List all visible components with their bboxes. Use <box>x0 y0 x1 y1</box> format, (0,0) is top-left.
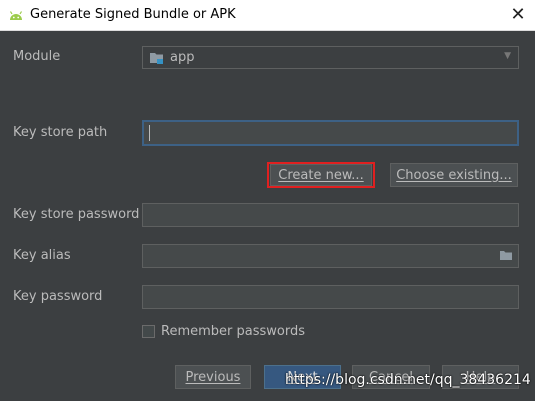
key-store-password-field[interactable] <box>142 203 519 227</box>
key-password-label: Key password <box>13 289 103 304</box>
module-label: Module <box>13 49 61 64</box>
android-icon <box>9 11 23 20</box>
remember-passwords-checkbox[interactable] <box>142 325 155 338</box>
previous-button[interactable]: Previous <box>175 365 251 389</box>
window-title: Generate Signed Bundle or APK <box>30 7 236 22</box>
folder-icon[interactable] <box>499 249 513 261</box>
chevron-down-icon: ▼ <box>504 51 511 61</box>
text-caret <box>149 125 150 141</box>
module-value: app <box>170 50 195 65</box>
key-password-field[interactable] <box>142 285 519 309</box>
key-alias-field[interactable] <box>142 244 519 268</box>
key-store-password-label: Key store password <box>13 207 140 222</box>
module-select[interactable]: app ▼ <box>142 46 519 69</box>
remember-passwords-label[interactable]: Remember passwords <box>161 324 305 339</box>
choose-existing-button[interactable]: Choose existing... <box>390 163 518 187</box>
key-password-input[interactable] <box>143 286 518 308</box>
create-new-highlight <box>267 162 375 188</box>
watermark-text: https://blog.csdn.net/qq_38436214 <box>285 372 531 388</box>
key-store-path-label: Key store path <box>13 125 108 140</box>
close-icon[interactable]: ✕ <box>508 5 528 25</box>
key-store-password-input[interactable] <box>143 204 518 226</box>
key-alias-input[interactable] <box>143 245 518 267</box>
title-bar: Generate Signed Bundle or APK ✕ <box>0 0 535 31</box>
module-folder-icon <box>150 52 163 64</box>
remember-passwords-row[interactable]: Remember passwords <box>142 324 305 339</box>
key-store-path-input[interactable] <box>142 120 519 146</box>
key-alias-label: Key alias <box>13 248 71 263</box>
